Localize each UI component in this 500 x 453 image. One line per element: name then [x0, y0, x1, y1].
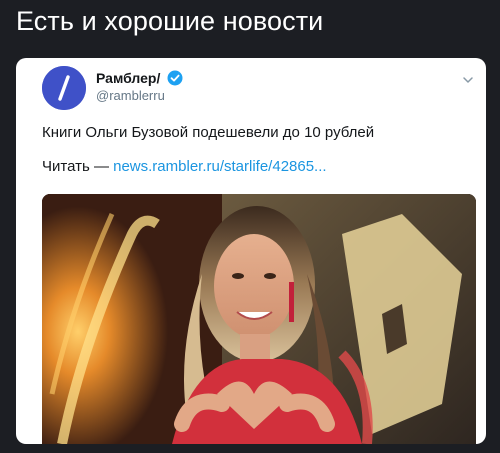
photo-image: [42, 194, 476, 444]
avatar[interactable]: [42, 66, 86, 110]
author-handle[interactable]: @ramblerru: [96, 88, 165, 103]
rambler-logo-icon: [42, 66, 86, 110]
read-more-line: Читать — news.rambler.ru/starlife/42865.…: [42, 158, 327, 175]
tweet-card[interactable]: Рамблер/ @ramblerru Книги Ольги Бузовой …: [16, 58, 486, 444]
post-caption: Есть и хорошие новости: [16, 6, 324, 36]
screen: Есть и хорошие новости Рамблер/ @rambler…: [0, 0, 500, 453]
tweet-photo[interactable]: [42, 194, 476, 444]
chevron-down-icon[interactable]: [462, 74, 474, 86]
author-name[interactable]: Рамблер/: [96, 70, 160, 86]
article-link[interactable]: news.rambler.ru/starlife/42865...: [113, 158, 326, 175]
verified-badge-icon: [167, 70, 183, 86]
read-more-label: Читать —: [42, 158, 109, 175]
tweet-text: Книги Ольги Бузовой подешевели до 10 руб…: [42, 124, 375, 141]
